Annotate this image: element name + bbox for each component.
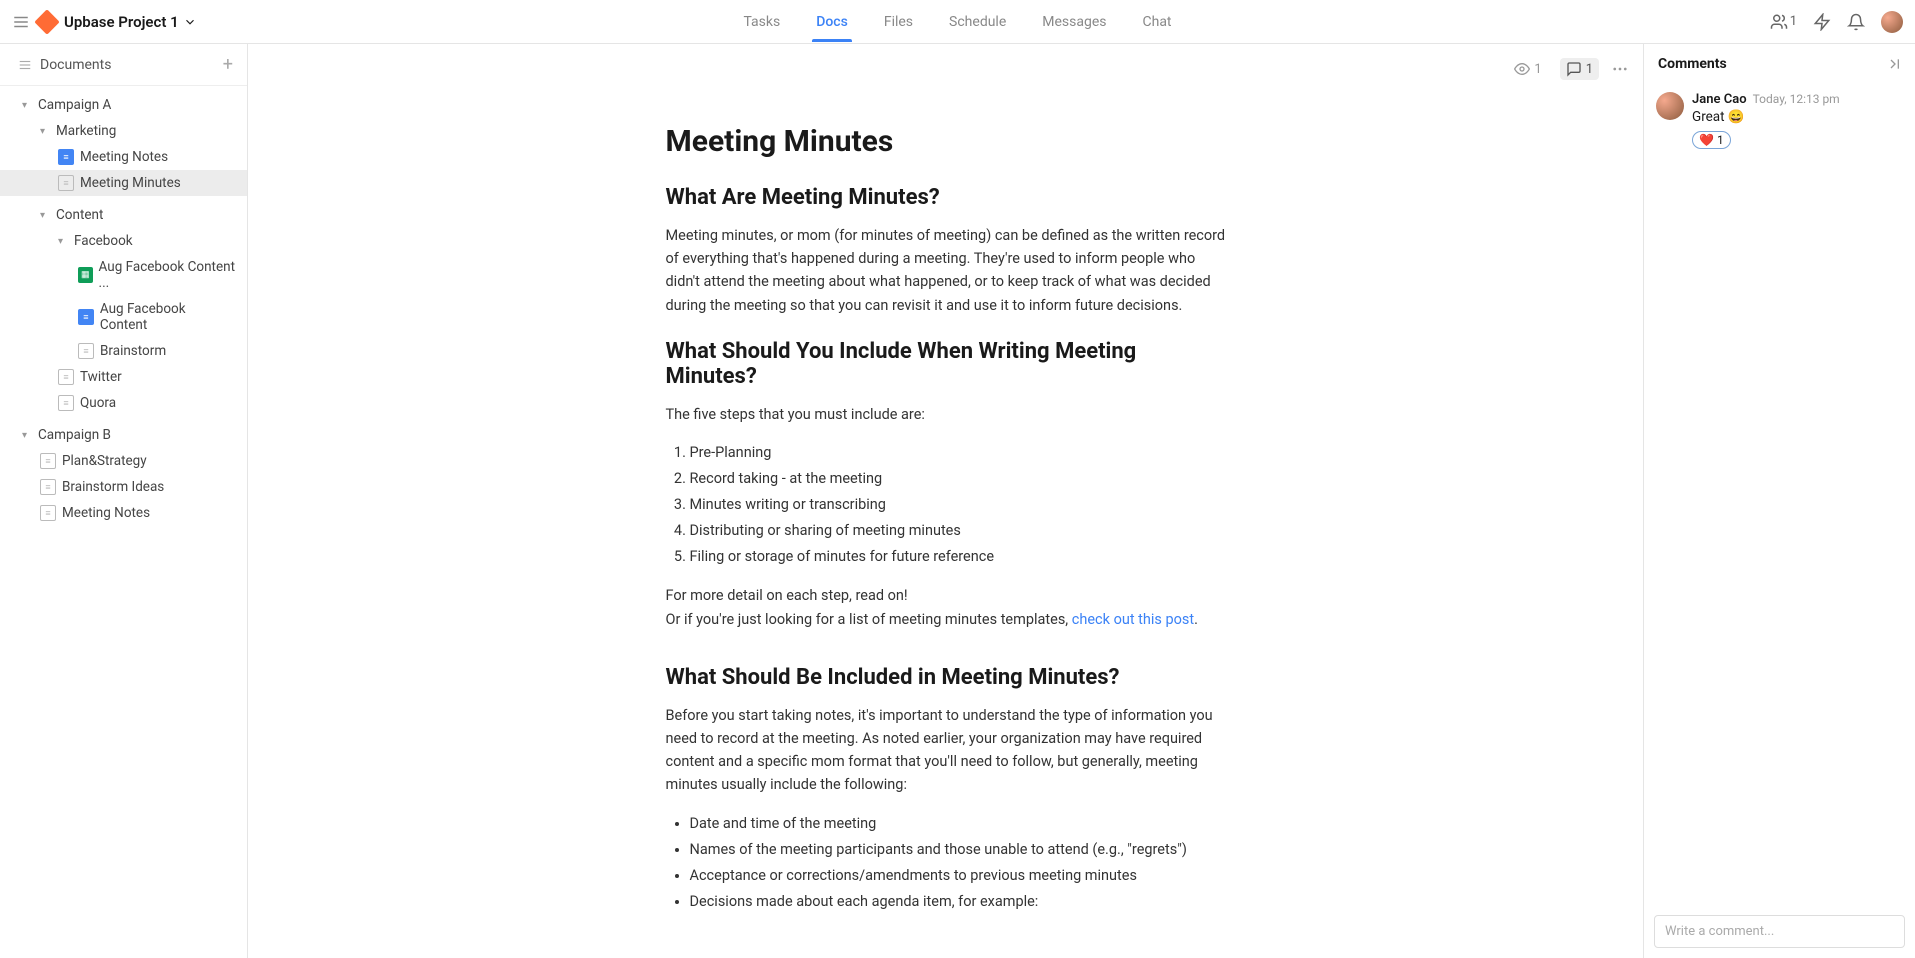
comments-panel: Comments Jane Cao Today, 12:13 pm: [1643, 44, 1915, 958]
doc-icon: ≡: [58, 395, 74, 411]
document-tree: ▾Campaign A ▾Marketing ≡Meeting Notes ≡M…: [0, 86, 247, 958]
app-header: Upbase Project 1 Tasks Docs Files Schedu…: [0, 0, 1915, 44]
tab-files[interactable]: Files: [880, 2, 917, 42]
doc-paragraph: For more detail on each step, read on! O…: [666, 584, 1226, 630]
folder-content[interactable]: ▾Content: [0, 202, 247, 228]
doc-heading: What Should You Include When Writing Mee…: [666, 339, 1226, 389]
reaction-button[interactable]: ❤️ 1: [1692, 131, 1731, 149]
document-content: Meeting Minutes What Are Meeting Minutes…: [606, 44, 1286, 958]
doc-heading: What Should Be Included in Meeting Minut…: [666, 665, 1226, 690]
folder-campaign-a[interactable]: ▾Campaign A: [0, 92, 247, 118]
comment-item: Jane Cao Today, 12:13 pm Great 😄 ❤️ 1: [1656, 92, 1903, 149]
sidebar-menu-icon[interactable]: [18, 58, 32, 72]
tab-schedule[interactable]: Schedule: [945, 2, 1010, 42]
member-count: 1: [1790, 14, 1797, 29]
folder-campaign-b[interactable]: ▾Campaign B: [0, 422, 247, 448]
doc-link[interactable]: check out this post: [1072, 611, 1194, 628]
doc-paragraph: Before you start taking notes, it's impo…: [666, 704, 1226, 797]
doc-brainstorm-ideas[interactable]: ≡Brainstorm Ideas: [0, 474, 247, 500]
document-toolbar: 1 1: [1508, 58, 1629, 80]
add-document-button[interactable]: +: [223, 54, 233, 75]
sidebar-header: Documents +: [0, 44, 247, 86]
tab-chat[interactable]: Chat: [1138, 2, 1175, 42]
list-item: Date and time of the meeting: [690, 811, 1226, 837]
view-count[interactable]: 1: [1508, 58, 1547, 80]
app-logo-icon: [34, 9, 59, 34]
list-item: Record taking - at the meeting: [690, 466, 1226, 492]
eye-icon: [1514, 61, 1530, 77]
google-sheet-icon: ▦: [78, 267, 93, 283]
doc-plan-strategy[interactable]: ≡Plan&Strategy: [0, 448, 247, 474]
sidebar: Documents + ▾Campaign A ▾Marketing ≡Meet…: [0, 44, 248, 958]
tab-tasks[interactable]: Tasks: [739, 2, 784, 42]
commenter-avatar[interactable]: [1656, 92, 1684, 120]
reaction-count: 1: [1717, 133, 1724, 147]
folder-facebook[interactable]: ▾Facebook: [0, 228, 247, 254]
google-doc-icon: ≡: [58, 149, 74, 165]
list-item: Decisions made about each agenda item, f…: [690, 889, 1226, 915]
collapse-comments-icon[interactable]: [1885, 56, 1901, 72]
list-item: Filing or storage of minutes for future …: [690, 544, 1226, 570]
members-button[interactable]: 1: [1770, 13, 1797, 31]
doc-icon: ≡: [78, 343, 94, 359]
user-avatar[interactable]: [1881, 11, 1903, 33]
list-item: Minutes writing or transcribing: [690, 492, 1226, 518]
doc-paragraph: Meeting minutes, or mom (for minutes of …: [666, 224, 1226, 317]
google-doc-icon: ≡: [78, 309, 94, 325]
main-area: 1 1 Meeting Minutes What Are Meeting Min…: [248, 44, 1915, 958]
comment-input[interactable]: Write a comment...: [1654, 915, 1905, 948]
doc-twitter[interactable]: ≡Twitter: [0, 364, 247, 390]
hamburger-menu-icon[interactable]: [12, 13, 30, 31]
comment-icon: [1566, 61, 1582, 77]
project-selector[interactable]: Upbase Project 1: [64, 13, 197, 31]
commenter-name: Jane Cao: [1692, 92, 1747, 107]
comment-count-button[interactable]: 1: [1560, 58, 1599, 80]
comment-text: Great 😄: [1692, 109, 1903, 125]
list-item: Acceptance or corrections/amendments to …: [690, 863, 1226, 889]
doc-heading: What Are Meeting Minutes?: [666, 185, 1226, 210]
doc-icon: ≡: [58, 175, 74, 191]
doc-meeting-notes-b[interactable]: ≡Meeting Notes: [0, 500, 247, 526]
doc-icon: ≡: [40, 479, 56, 495]
doc-ordered-list: Pre-Planning Record taking - at the meet…: [666, 440, 1226, 570]
doc-icon: ≡: [58, 369, 74, 385]
folder-marketing[interactable]: ▾Marketing: [0, 118, 247, 144]
tab-docs[interactable]: Docs: [812, 2, 852, 42]
document-viewport: 1 1 Meeting Minutes What Are Meeting Min…: [248, 44, 1643, 958]
doc-icon: ≡: [40, 505, 56, 521]
bolt-icon[interactable]: [1813, 13, 1831, 31]
comments-list: Jane Cao Today, 12:13 pm Great 😄 ❤️ 1: [1644, 84, 1915, 905]
doc-title: Meeting Minutes: [666, 124, 1226, 159]
heart-icon: ❤️: [1699, 133, 1714, 147]
chevron-down-icon: [183, 15, 197, 29]
doc-aug-facebook-content-sheet[interactable]: ▦Aug Facebook Content ...: [0, 254, 247, 296]
nav-tabs: Tasks Docs Files Schedule Messages Chat: [739, 2, 1175, 42]
doc-icon: ≡: [40, 453, 56, 469]
list-item: Names of the meeting participants and th…: [690, 837, 1226, 863]
project-title: Upbase Project 1: [64, 13, 179, 31]
comments-header: Comments: [1644, 44, 1915, 84]
list-item: Distributing or sharing of meeting minut…: [690, 518, 1226, 544]
doc-paragraph: The five steps that you must include are…: [666, 403, 1226, 426]
doc-bullet-list: Date and time of the meeting Names of th…: [666, 811, 1226, 915]
doc-brainstorm[interactable]: ≡Brainstorm: [0, 338, 247, 364]
comment-timestamp: Today, 12:13 pm: [1753, 92, 1840, 106]
more-options-icon[interactable]: [1611, 60, 1629, 78]
notification-bell-icon[interactable]: [1847, 13, 1865, 31]
doc-aug-facebook-content[interactable]: ≡Aug Facebook Content: [0, 296, 247, 338]
tab-messages[interactable]: Messages: [1038, 2, 1110, 42]
list-item: Pre-Planning: [690, 440, 1226, 466]
doc-quora[interactable]: ≡Quora: [0, 390, 247, 416]
sidebar-title: Documents: [40, 57, 111, 73]
doc-meeting-minutes[interactable]: ≡Meeting Minutes: [0, 170, 247, 196]
doc-meeting-notes[interactable]: ≡Meeting Notes: [0, 144, 247, 170]
